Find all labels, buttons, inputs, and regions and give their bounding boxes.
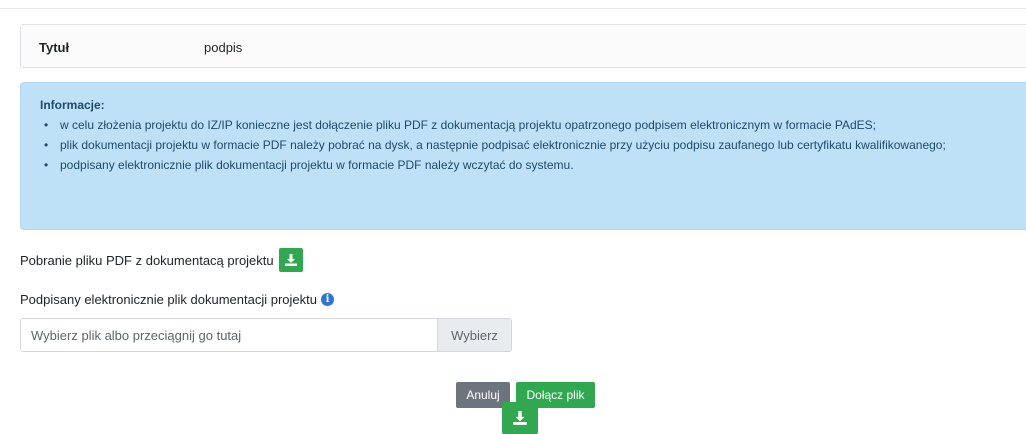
top-divider bbox=[0, 8, 1026, 9]
download-label: Pobranie pliku PDF z dokumentacą projekt… bbox=[20, 252, 274, 268]
floating-download-button[interactable] bbox=[502, 402, 538, 434]
info-heading: Informacje: bbox=[40, 98, 105, 112]
info-item: podpisany elektronicznie plik dokumentac… bbox=[40, 156, 1010, 174]
info-alert: Informacje: w celu złożenia projektu do … bbox=[20, 82, 1026, 230]
title-card: Tytuł podpis bbox=[20, 24, 1026, 68]
download-pdf-button[interactable] bbox=[278, 248, 303, 272]
download-row: Pobranie pliku PDF z dokumentacą projekt… bbox=[20, 248, 303, 272]
info-list: w celu złożenia projektu do IZ/IP koniec… bbox=[40, 116, 1010, 176]
signed-file-label-text: Podpisany elektronicznie plik dokumentac… bbox=[20, 292, 317, 307]
info-item: w celu złożenia projektu do IZ/IP koniec… bbox=[40, 116, 1010, 134]
title-value: podpis bbox=[204, 40, 243, 55]
download-icon bbox=[284, 254, 297, 266]
browse-button[interactable]: Wybierz bbox=[437, 319, 511, 351]
info-item: plik dokumentacji projektu w formacie PD… bbox=[40, 136, 1010, 154]
file-upload-group: Wybierz bbox=[20, 318, 512, 352]
signed-file-label: Podpisany elektronicznie plik dokumentac… bbox=[20, 292, 334, 307]
download-icon bbox=[513, 411, 527, 425]
file-upload-input[interactable] bbox=[21, 319, 437, 351]
title-label: Tytuł bbox=[39, 40, 70, 55]
info-icon[interactable]: i bbox=[321, 293, 334, 306]
